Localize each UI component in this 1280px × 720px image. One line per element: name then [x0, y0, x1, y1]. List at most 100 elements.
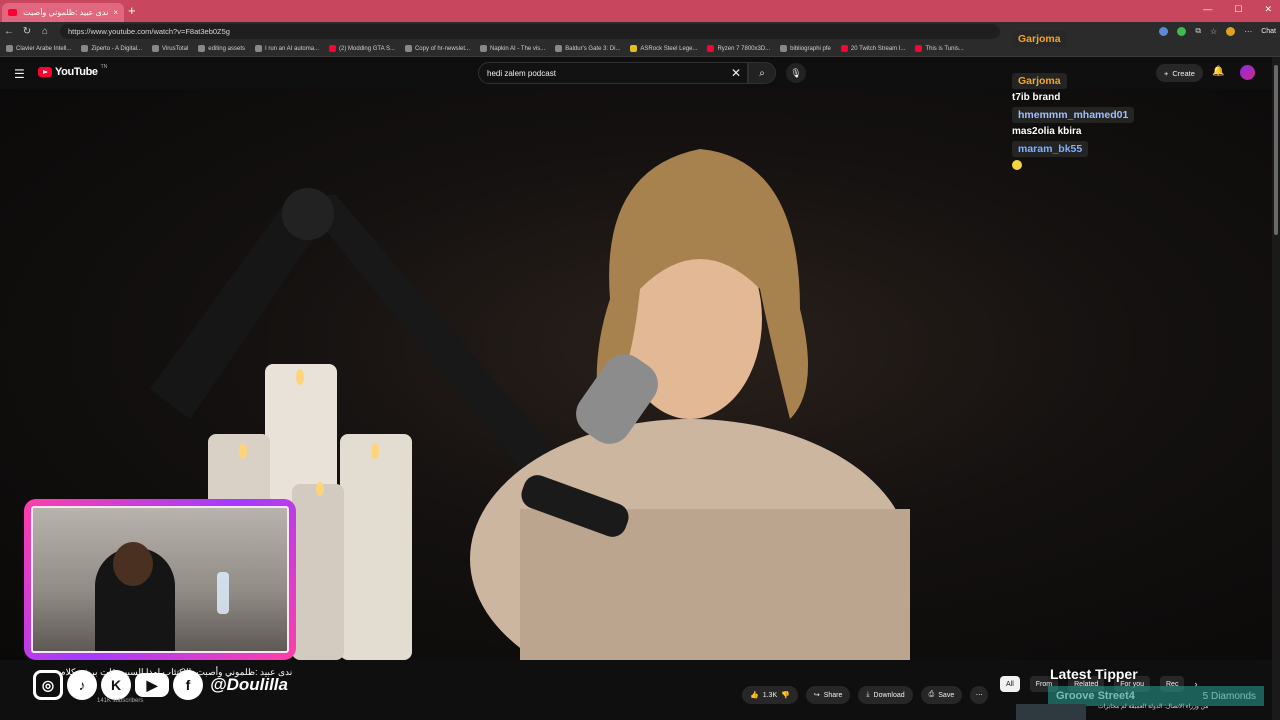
home-icon[interactable]: ⌂ [36, 26, 54, 37]
instagram-icon: ◎ [33, 670, 63, 700]
back-icon[interactable]: ← [0, 26, 18, 37]
tipper-name: Groove Street4 [1056, 690, 1135, 702]
minimize-icon[interactable]: — [1203, 4, 1212, 15]
bookmark-item[interactable]: ASRock Steel Lege... [630, 45, 697, 52]
avatar[interactable] [1240, 65, 1255, 80]
window-controls: — ☐ ✕ [1203, 4, 1272, 15]
more-actions-button[interactable]: ⋯ [970, 686, 989, 704]
thumbs-down-icon[interactable]: 👎 [781, 691, 790, 699]
mic-arm-joint [282, 188, 334, 240]
bookmark-item[interactable]: 20 Twitch Stream I... [840, 45, 905, 52]
folder-icon [198, 45, 206, 52]
youtube-logo[interactable]: YouTube TN [38, 64, 107, 78]
youtube-icon: ▶ [135, 673, 169, 697]
bookmark-item[interactable]: editing assets [198, 45, 245, 52]
bookmark-item[interactable]: Baldur's Gate 3: Di... [555, 45, 620, 52]
video-actions: 👍 1.3K 👎 ↪ Share ⤓ Download ⎙ Save ⋯ [742, 686, 989, 704]
clear-search-icon[interactable]: ✕ [731, 66, 741, 80]
search-input[interactable]: hedi zalem podcast ✕ [478, 62, 748, 84]
bookmark-item[interactable]: Clavier Arabe Intell... [6, 45, 71, 52]
close-window-icon[interactable]: ✕ [1264, 4, 1272, 15]
like-button[interactable]: 👍 1.3K 👎 [742, 686, 798, 704]
chat-username: Garjoma [1012, 31, 1067, 47]
bookmark-item[interactable]: Ryzen 7 7800x3D... [707, 45, 770, 52]
extension-icons: ⧉ ☆ ⋯ Chat [1159, 26, 1276, 36]
youtube-favicon-icon [8, 9, 17, 16]
bookmark-item[interactable]: VirusTotal [152, 45, 188, 52]
bookmark-icon [152, 45, 160, 52]
chat-button[interactable]: Chat [1261, 28, 1276, 35]
recommendation-title[interactable]: من وزراء الاتصال: الدولة العميقة لم مخاب… [1098, 703, 1208, 710]
tiktok-icon: ♪ [67, 670, 97, 700]
close-tab-icon[interactable]: × [113, 8, 118, 17]
download-button[interactable]: ⤓ Download [858, 686, 913, 704]
more-icon[interactable]: ⋯ [1244, 27, 1252, 36]
bookmark-item[interactable]: (2) Modding GTA S... [329, 45, 395, 52]
candle-flame [239, 443, 247, 459]
youtube-icon [840, 45, 848, 52]
streamer-head [113, 542, 153, 586]
kick-icon: K [101, 670, 131, 700]
emoji-icon [1012, 160, 1022, 170]
latest-tipper-heading: Latest Tipper [1050, 666, 1138, 682]
new-tab-button[interactable]: + [128, 3, 136, 18]
more-icon: ⋯ [975, 692, 983, 699]
chat-username: maram_bk55 [1012, 141, 1089, 157]
subscriber-count: 141K subscribers [97, 698, 144, 704]
page-scrollbar[interactable] [1272, 57, 1280, 720]
youtube-icon [915, 45, 923, 52]
candle [292, 484, 344, 660]
candle-flame [316, 482, 324, 496]
maximize-icon[interactable]: ☐ [1234, 4, 1242, 15]
chat-message: t7ib brand [1012, 92, 1061, 103]
candle-flame [296, 369, 304, 385]
social-links-overlay: ◎ ♪ K ▶ f @Doulilla [33, 670, 288, 700]
bookmark-icon: ⎙ [928, 691, 935, 698]
facebook-icon: f [173, 670, 203, 700]
reload-icon[interactable]: ↻ [18, 26, 36, 37]
bookmark-icon [81, 45, 89, 52]
tab-title: ندى عبيد :ظلموني وأصبت بالاكتئاب [22, 8, 109, 17]
browser-tab-active[interactable]: ندى عبيد :ظلموني وأصبت بالاكتئاب × [2, 3, 124, 22]
share-button[interactable]: ↪ Share [805, 686, 851, 704]
menu-icon[interactable]: ☰ [14, 67, 25, 81]
chip-all[interactable]: All [1000, 676, 1020, 692]
browser-tab-bar: ندى عبيد :ظلموني وأصبت بالاكتئاب × + — ☐… [0, 0, 1280, 22]
chat-username: hmemmm_mhamed01 [1012, 107, 1135, 123]
thumbs-up-icon: 👍 [750, 692, 759, 699]
webcam-overlay [24, 499, 296, 660]
notifications-bell-icon[interactable]: 🔔 [1212, 66, 1224, 77]
star-icon[interactable]: ☆ [1210, 27, 1217, 36]
tipper-amount: 5 Diamonds [1202, 690, 1256, 702]
bookmark-item[interactable]: This is Tunis... [915, 45, 964, 52]
share-icon: ↪ [813, 692, 820, 699]
youtube-icon [329, 45, 337, 52]
bookmark-icon [404, 45, 412, 52]
folder-icon [780, 45, 788, 52]
youtube-play-icon [38, 67, 52, 77]
youtube-icon [707, 45, 715, 52]
search-button[interactable]: ⌕ [748, 62, 776, 84]
extension-icon[interactable] [1177, 26, 1187, 36]
bookmark-item[interactable]: Napkin AI - The vis... [480, 45, 545, 52]
profile-icon[interactable] [1226, 26, 1236, 36]
bookmark-icon [6, 45, 13, 52]
candle [340, 434, 412, 660]
scrollbar-thumb[interactable] [1274, 65, 1278, 235]
puzzle-icon[interactable]: ⧉ [1195, 26, 1201, 36]
bookmark-item[interactable]: Ziperto - A Digital... [81, 45, 142, 52]
bookmark-item[interactable]: bibliographi pfe [780, 45, 831, 52]
bookmark-item[interactable]: Copy of hr-newslet... [404, 45, 470, 52]
stream-chat-overlay: Garjoma Garjoma t7ib brand hmemmm_mhamed… [1012, 27, 1172, 175]
recommendation-thumbnail[interactable] [1016, 704, 1086, 720]
save-button[interactable]: ⎙ Save [920, 686, 963, 704]
bookmark-icon [480, 45, 487, 52]
chat-username: Garjoma [1012, 73, 1067, 89]
url-input[interactable]: https://www.youtube.com/watch?v=F8at3eb0… [60, 24, 1000, 39]
microphone-icon: 🎙 [790, 67, 802, 78]
voice-search-button[interactable]: 🎙 [786, 63, 806, 83]
bookmark-item[interactable]: I run an AI automa... [255, 45, 319, 52]
bookmark-icon [630, 45, 638, 52]
bookmark-icon [255, 45, 262, 52]
social-handle: @Doulilla [210, 675, 288, 694]
